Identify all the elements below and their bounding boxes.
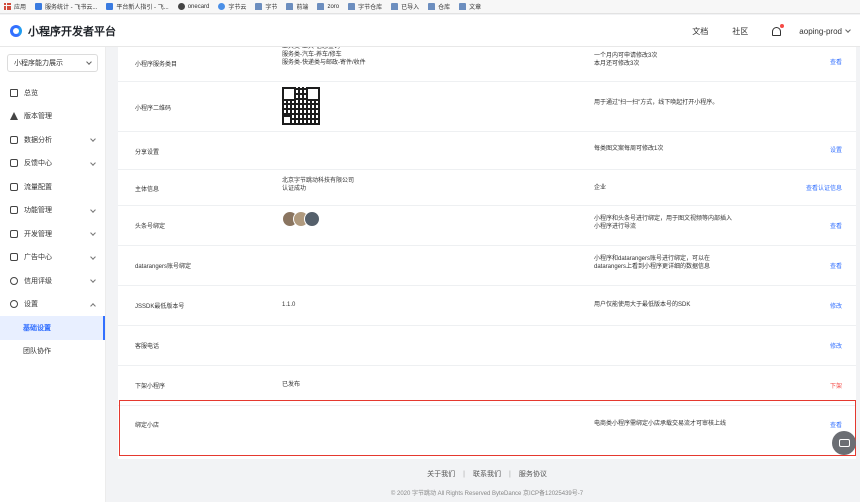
row-service-phone: 客服电话 修改 xyxy=(118,326,856,366)
view-certification-button[interactable]: 查看认证信息 xyxy=(806,183,842,192)
view-button[interactable]: 查看 xyxy=(830,221,842,230)
view-button[interactable]: 查看 xyxy=(830,420,842,429)
chevron-down-icon xyxy=(90,206,96,213)
credit-icon xyxy=(10,276,18,285)
agreement-link[interactable]: 服务协议 xyxy=(519,471,547,478)
bookmark-apps[interactable]: 应用 xyxy=(4,2,26,11)
take-down-button[interactable]: 下架 xyxy=(830,381,842,390)
modify-button[interactable]: 修改 xyxy=(830,341,842,350)
folder-icon xyxy=(428,3,436,10)
row-jssdk-version: JSSDK最低版本号 1.1.0 用户仅能使用大于最低版本号的SDK 修改 xyxy=(118,286,856,326)
footer-links: 关于我们 | 联系我们 | 服务协议 xyxy=(427,471,547,478)
user-dropdown[interactable]: aoping-prod xyxy=(799,26,851,36)
username: aoping-prod xyxy=(799,26,842,36)
bookmark-item[interactable]: 字节云 xyxy=(218,2,246,11)
bookmark-folder[interactable]: 前端 xyxy=(286,2,308,11)
settings-card: 小程序服务类目 工具类-工具-信息查询 服务类-汽车-养车/修车 服务类-快递类… xyxy=(118,47,856,459)
settings-icon xyxy=(10,300,18,309)
folder-icon xyxy=(286,3,294,10)
view-button[interactable]: 查看 xyxy=(830,261,842,270)
chat-icon xyxy=(838,439,850,447)
sidebar-item-analytics[interactable]: 数据分析 xyxy=(0,128,105,152)
avatar-group xyxy=(282,211,320,227)
app-select[interactable]: 小程序能力展示 xyxy=(7,54,98,72)
dev-icon xyxy=(10,229,18,238)
folder-icon xyxy=(391,3,399,10)
folder-icon xyxy=(459,3,467,10)
sidebar-item-traffic[interactable]: 流量配置 xyxy=(0,175,105,199)
bell-icon[interactable] xyxy=(772,23,785,36)
bookmarks-bar: 应用 服务统计 - 飞书云... 平台新人指引 - 飞... onecard 字… xyxy=(0,0,860,14)
docs-link[interactable]: 文档 xyxy=(692,26,708,37)
row-qrcode: 小程序二维码 用于通过"扫一扫"方式，线下唤起打开小程序。 xyxy=(118,82,856,132)
copyright: © 2020 字节跳动 All Rights Reserved ByteDanc… xyxy=(390,491,584,497)
folder-icon xyxy=(348,3,356,10)
bookmark-folder[interactable]: 仓库 xyxy=(428,2,450,11)
chart-icon xyxy=(10,135,18,144)
row-entity-info: 主体信息 北京字节跳动科技有限公司 认证成功 企业 查看认证信息 xyxy=(118,170,856,206)
app-title: 小程序开发者平台 xyxy=(28,25,116,38)
qr-code-image xyxy=(282,87,320,125)
sidebar-item-ads[interactable]: 广告中心 xyxy=(0,246,105,270)
chevron-down-icon xyxy=(90,136,96,142)
sidebar-item-overview[interactable]: 总览 xyxy=(0,81,105,105)
chevron-down-icon xyxy=(86,59,92,65)
sidebar-item-team[interactable]: 团队协作 xyxy=(0,340,105,364)
folder-icon xyxy=(317,3,325,10)
row-toutiao-binding: 头条号绑定 小程序和头条号进行绑定，用于图文视频等内部插入小程序进行导流 查看 xyxy=(118,206,856,246)
row-service-category: 小程序服务类目 工具类-工具-信息查询 服务类-汽车-养车/修车 服务类-快递类… xyxy=(118,47,856,82)
function-icon xyxy=(10,206,18,215)
feedback-button[interactable] xyxy=(832,431,856,455)
globe-icon xyxy=(177,3,185,10)
sidebar-item-settings[interactable]: 设置 xyxy=(0,293,105,317)
doc-icon xyxy=(106,3,114,10)
view-button[interactable]: 查看 xyxy=(830,57,842,66)
sidebar-item-functions[interactable]: 功能管理 xyxy=(0,199,105,223)
sidebar-item-development[interactable]: 开发管理 xyxy=(0,222,105,246)
ad-icon xyxy=(10,253,18,262)
sidebar-item-basic-settings[interactable]: 基础设置 xyxy=(0,316,105,340)
set-button[interactable]: 设置 xyxy=(830,145,842,154)
chevron-down-icon xyxy=(845,27,851,33)
logo-icon xyxy=(10,24,22,37)
avatar xyxy=(304,211,320,227)
apps-icon xyxy=(4,3,11,10)
chevron-down-icon xyxy=(90,253,96,260)
modify-button[interactable]: 修改 xyxy=(830,301,842,310)
community-link[interactable]: 社区 xyxy=(732,26,748,37)
cloud-icon xyxy=(218,3,226,10)
bookmark-folder[interactable]: 已导入 xyxy=(391,2,419,11)
doc-icon xyxy=(35,3,43,10)
contact-link[interactable]: 联系我们 xyxy=(473,471,501,478)
chevron-down-icon xyxy=(90,230,96,236)
bookmark-item[interactable]: onecard xyxy=(177,3,209,10)
message-icon xyxy=(10,159,18,168)
chevron-down-icon xyxy=(90,277,96,283)
about-link[interactable]: 关于我们 xyxy=(427,471,455,478)
bookmark-item[interactable]: 平台新人指引 - 飞... xyxy=(106,2,169,11)
alert-icon xyxy=(10,112,18,121)
bookmark-folder[interactable]: 字节仓库 xyxy=(348,2,382,11)
chevron-up-icon xyxy=(90,302,96,309)
flow-icon xyxy=(10,182,18,191)
row-datarangers-binding: datarangers账号绑定 小程序和datarangers账号进行绑定，可以… xyxy=(118,246,856,286)
top-header: 小程序开发者平台 文档 社区 aoping-prod xyxy=(0,15,860,47)
row-take-down: 下架小程序 已发布 下架 xyxy=(118,366,856,406)
sidebar-item-versions[interactable]: 版本管理 xyxy=(0,105,105,129)
bookmark-folder[interactable]: 字节 xyxy=(255,2,277,11)
sidebar: 小程序能力展示 总览 版本管理 数据分析 反馈中心 流量配置 功能管理 开发管理… xyxy=(0,47,106,502)
row-bind-shop: 绑定小店 电商类小程序需绑定小店承载交易流才可审核上线 查看 xyxy=(135,420,842,429)
home-icon xyxy=(10,88,18,97)
row-share-settings: 分享设置 每类图文案每周可修改1次 设置 xyxy=(118,132,856,170)
bookmark-folder[interactable]: zoro xyxy=(317,3,339,10)
chevron-down-icon xyxy=(90,159,96,166)
bookmark-folder[interactable]: 文章 xyxy=(459,2,481,11)
sidebar-item-feedback[interactable]: 反馈中心 xyxy=(0,152,105,176)
sidebar-item-credit[interactable]: 信用评级 xyxy=(0,269,105,293)
folder-icon xyxy=(255,3,263,10)
bookmark-item[interactable]: 服务统计 - 飞书云... xyxy=(35,2,97,11)
